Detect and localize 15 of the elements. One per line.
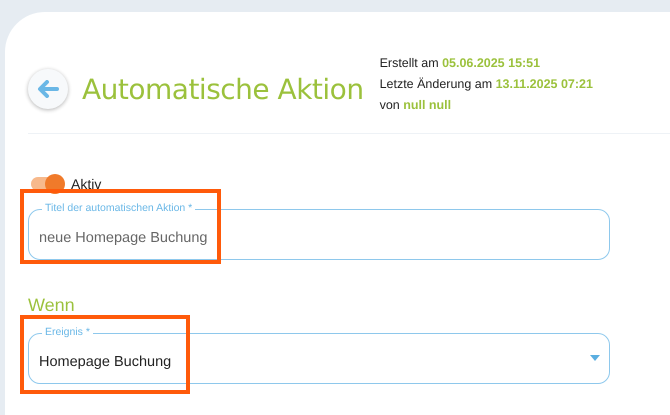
back-arrow-icon	[37, 80, 59, 98]
field-label: Ereignis *	[42, 325, 93, 339]
field-value: neue Homepage Buchung	[39, 230, 208, 246]
meta-text: von null null	[380, 98, 452, 112]
page-title: Automatische Aktion	[82, 72, 364, 106]
event-select-field[interactable]: Ereignis * Homepage Buchung	[28, 325, 610, 384]
meta-text: Letzte Änderung am 13.11.2025 07:21	[380, 77, 593, 91]
field-value: Homepage Buchung	[39, 354, 172, 370]
toggle-label: Aktiv	[71, 176, 102, 192]
toggle-switch[interactable]	[31, 177, 63, 191]
title-input-field[interactable]: Titel der automatischen Aktion * neue Homepage Buchung	[28, 201, 610, 260]
caret-icon	[590, 355, 600, 361]
section-heading: Wenn	[28, 295, 76, 316]
back-button[interactable]	[28, 69, 68, 109]
meta-text: Erstellt am 05.06.2025 15:51	[380, 56, 542, 70]
